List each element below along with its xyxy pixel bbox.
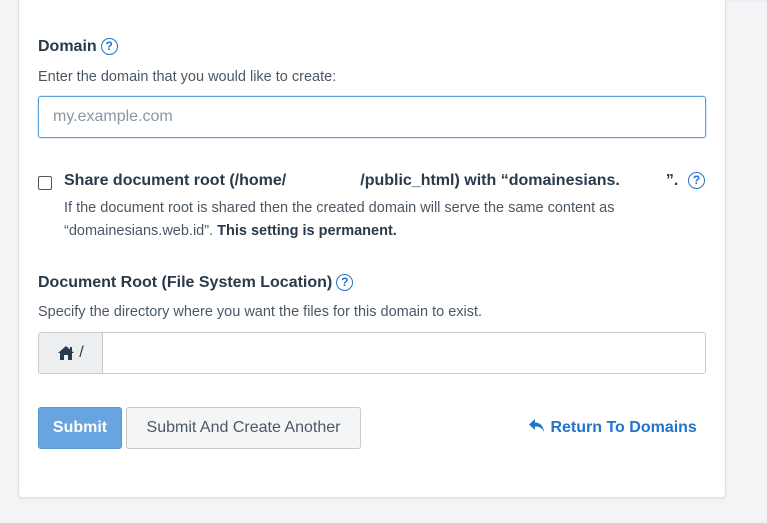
docroot-input[interactable] bbox=[103, 333, 705, 373]
share-description-line1: If the document root is shared then the … bbox=[64, 200, 615, 216]
return-to-domains-link[interactable]: Return To Domains bbox=[528, 418, 697, 437]
help-icon[interactable]: ? bbox=[688, 172, 705, 189]
permanent-warning: This setting is permanent. bbox=[217, 223, 397, 239]
share-label-part2: /public_html) with “domainesians. bbox=[360, 172, 620, 189]
share-label-part3: ”. bbox=[665, 172, 679, 189]
share-description-domain: “domainesians.web.id”. bbox=[64, 223, 214, 239]
domain-description: Enter the domain that you would like to … bbox=[38, 69, 337, 85]
docroot-label: Document Root (File System Location) bbox=[38, 274, 333, 291]
docroot-prefix-text: / bbox=[79, 344, 84, 361]
share-docroot-checkbox[interactable] bbox=[38, 176, 52, 190]
reply-arrow-icon bbox=[529, 419, 544, 432]
help-icon[interactable]: ? bbox=[336, 274, 354, 291]
return-to-domains-label: Return To Domains bbox=[550, 419, 697, 436]
domain-section-label: Domain? bbox=[38, 38, 118, 56]
home-icon bbox=[58, 346, 75, 360]
docroot-description: Specify the directory where you want the… bbox=[38, 304, 483, 320]
share-description-line2: “domainesians.web.id”. This setting is p… bbox=[64, 223, 397, 239]
docroot-section-label: Document Root (File System Location)? bbox=[38, 274, 354, 292]
docroot-prefix: / bbox=[39, 333, 103, 373]
submit-and-create-another-button[interactable]: Submit And Create Another bbox=[126, 407, 361, 449]
help-icon[interactable]: ? bbox=[100, 38, 118, 55]
domain-label: Domain bbox=[38, 38, 97, 55]
share-label-part1: Share document root (/home/ bbox=[64, 172, 287, 189]
domain-input[interactable] bbox=[38, 96, 706, 138]
share-docroot-label[interactable]: Share document root (/home/ /public_html)… bbox=[64, 172, 678, 190]
submit-button[interactable]: Submit bbox=[38, 407, 122, 449]
docroot-input-group: / bbox=[38, 332, 706, 374]
